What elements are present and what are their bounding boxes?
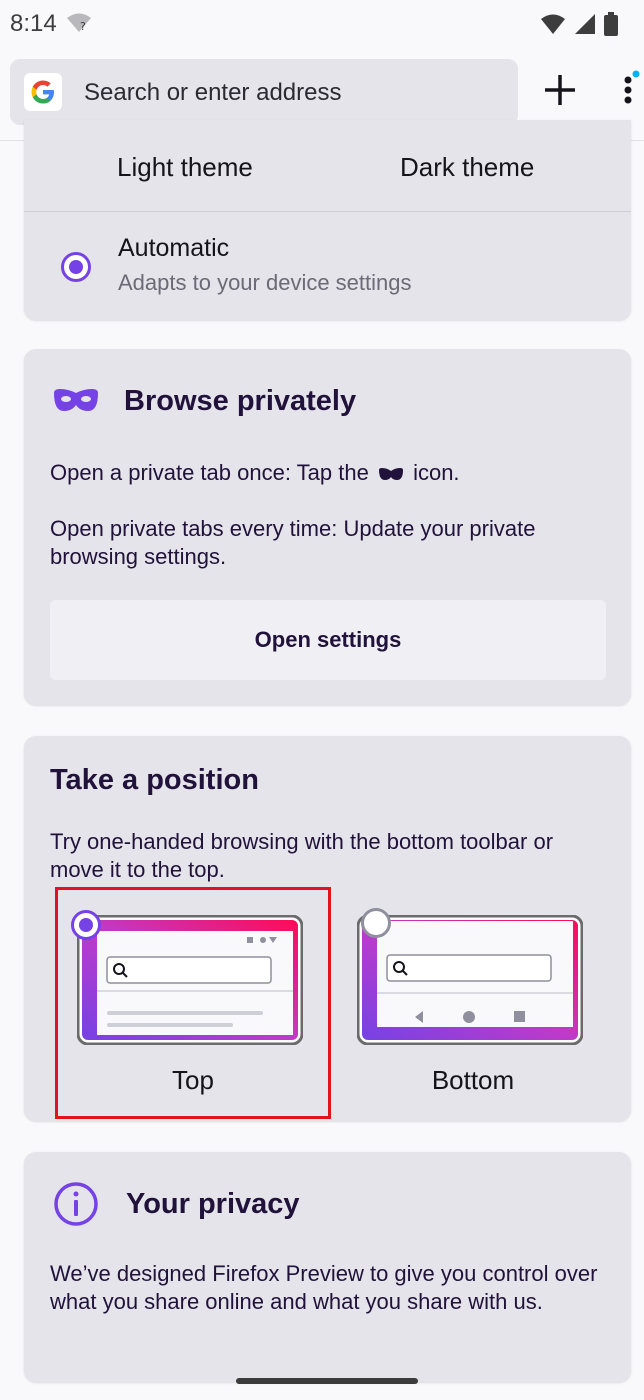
dark-theme-label[interactable]: Dark theme: [400, 152, 534, 183]
gesture-nav-handle[interactable]: [236, 1378, 418, 1384]
status-bar: 8:14 ?: [0, 0, 644, 50]
divider: [24, 211, 631, 212]
private-mask-icon: [52, 387, 100, 420]
svg-text:?: ?: [80, 20, 86, 33]
private-mask-inline-icon: [378, 468, 403, 481]
your-privacy-description: We’ve designed Firefox Preview to give y…: [50, 1261, 598, 1314]
url-placeholder: Search or enter address: [84, 79, 342, 106]
info-icon: [52, 1180, 100, 1233]
private-line-1: Open a private tab once: Tap the icon.: [50, 459, 610, 487]
status-icons: [540, 12, 618, 41]
wifi-icon: [540, 13, 566, 40]
bottom-radio[interactable]: [361, 908, 391, 938]
toolbar-position-bottom-option[interactable]: Bottom: [335, 887, 611, 1122]
url-bar[interactable]: Search or enter address: [10, 59, 518, 125]
menu-button[interactable]: [616, 68, 640, 112]
browse-privately-card: Browse privately Open a private tab once…: [24, 349, 631, 705]
wifi-unknown-icon: ?: [66, 12, 92, 39]
status-time: 8:14: [10, 10, 57, 37]
your-privacy-card: Your privacy We’ve designed Firefox Prev…: [24, 1152, 631, 1382]
automatic-subtitle: Adapts to your device settings: [118, 270, 412, 295]
your-privacy-title: Your privacy: [126, 1188, 300, 1220]
private-line-1-after: icon.: [413, 460, 460, 485]
three-dot-menu-icon: [624, 70, 640, 104]
google-logo-icon: [24, 73, 62, 111]
take-a-position-description: Try one-handed browsing with the bottom …: [50, 829, 554, 882]
toolbar-bottom-illustration: [357, 915, 583, 1045]
take-a-position-title: Take a position: [50, 764, 259, 796]
selection-highlight-box: [55, 887, 331, 1119]
light-theme-label[interactable]: Light theme: [117, 152, 253, 183]
plus-icon: [545, 75, 575, 105]
automatic-radio[interactable]: [61, 252, 91, 282]
private-line-2: Open private tabs every time: Update you…: [50, 516, 536, 569]
battery-icon: [604, 12, 618, 41]
bottom-label: Bottom: [431, 1065, 515, 1095]
automatic-title[interactable]: Automatic: [118, 234, 229, 263]
private-line-1-before: Open a private tab once: Tap the: [50, 460, 369, 485]
new-tab-button[interactable]: [538, 68, 582, 112]
browse-privately-title: Browse privately: [124, 385, 357, 417]
signal-icon: [574, 13, 596, 40]
open-settings-button[interactable]: Open settings: [50, 600, 606, 680]
theme-card: Light theme Dark theme Automatic Adapts …: [24, 120, 631, 320]
